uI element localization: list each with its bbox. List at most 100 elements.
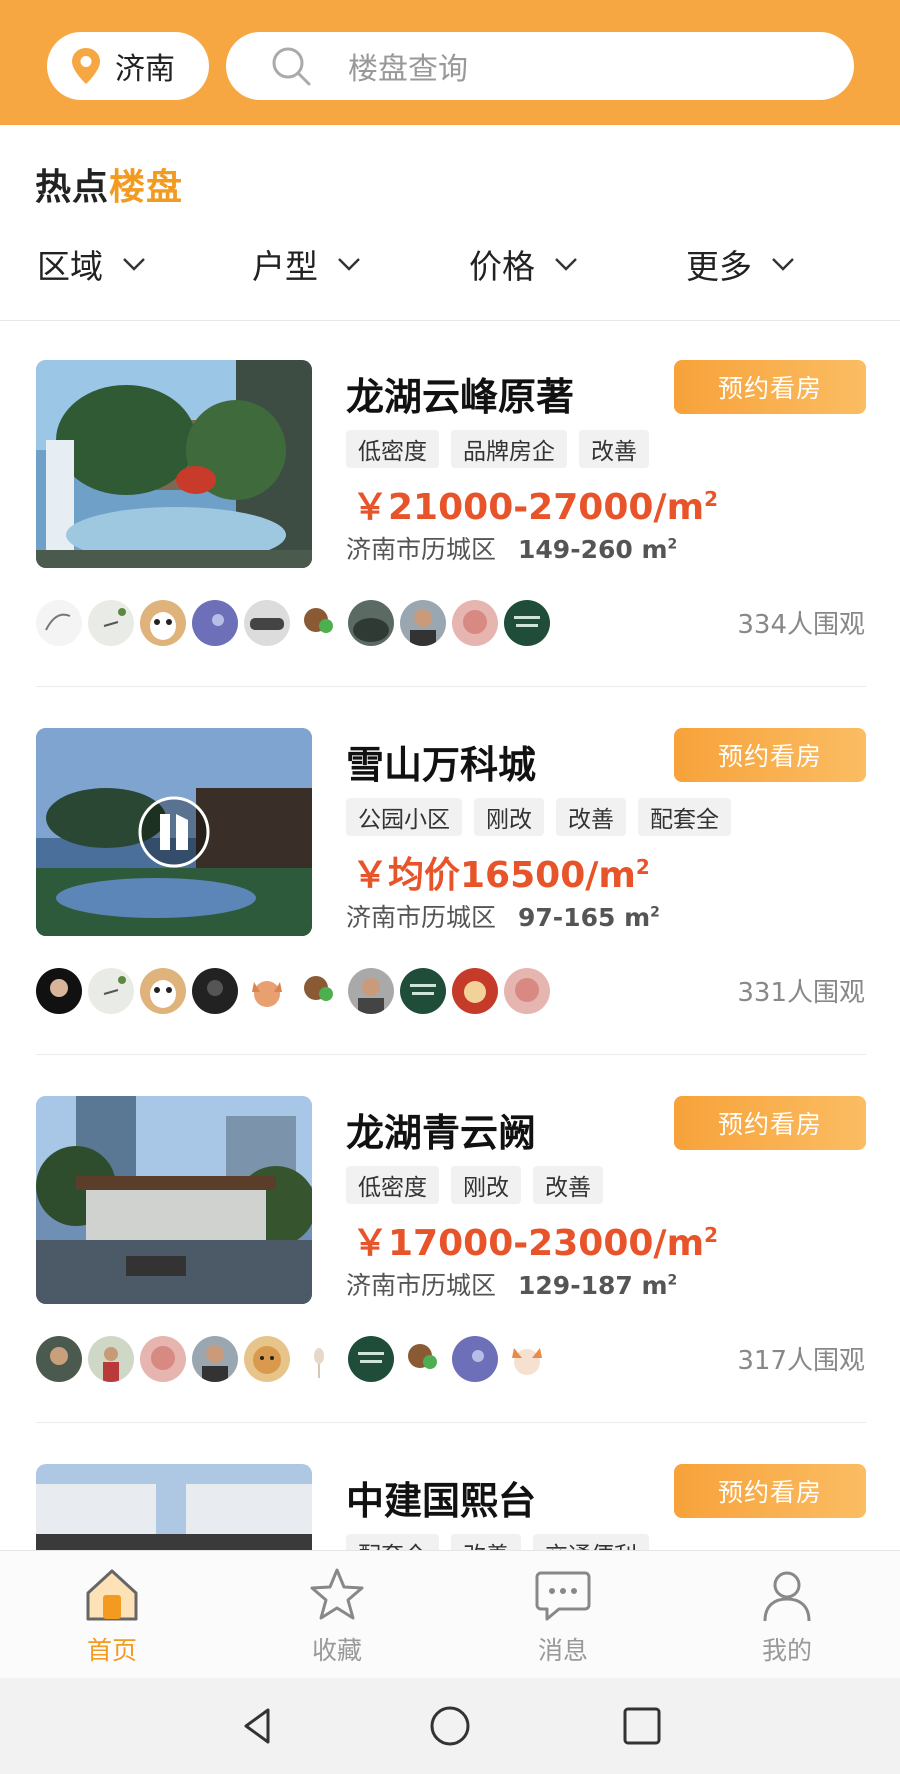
divider: [36, 686, 866, 687]
area-unit-exponent: 2: [667, 536, 678, 553]
tab-home[interactable]: 首页: [57, 1565, 167, 1667]
listing-card[interactable]: 中建国熙台 预约看房 配套全 改善 交通便利: [0, 1464, 900, 1550]
tag: 交通便利: [533, 1534, 649, 1550]
filter-bar: 区域 户型 价格 更多: [0, 240, 900, 300]
tag-list: 配套全 改善 交通便利: [346, 1534, 649, 1550]
chevron-down-icon: [338, 258, 360, 271]
avatar: [192, 600, 238, 646]
recent-apps-icon[interactable]: [620, 1704, 664, 1748]
avatar: [348, 968, 394, 1014]
avatar: [36, 600, 82, 646]
avatar: [88, 600, 134, 646]
home-circle-icon[interactable]: [428, 1704, 472, 1748]
tag: 品牌房企: [451, 430, 567, 468]
tab-label: 收藏: [311, 1636, 362, 1665]
view-count: 331人围观: [737, 978, 865, 1008]
avatar: [400, 968, 446, 1014]
listing-photo[interactable]: [36, 360, 312, 568]
listing-photo[interactable]: [36, 1464, 312, 1550]
book-viewing-button[interactable]: 预约看房: [674, 1464, 866, 1518]
avatar: [140, 600, 186, 646]
area-unit-exponent: 2: [650, 904, 660, 921]
divider: [0, 320, 900, 321]
section-title: 热点楼盘: [35, 158, 183, 210]
back-icon[interactable]: [236, 1704, 280, 1748]
section-title-part2: 楼盘: [109, 167, 184, 208]
search-input[interactable]: 楼盘查询: [226, 32, 854, 100]
listing-photo[interactable]: [36, 1096, 312, 1304]
location-pin-icon: [72, 48, 100, 84]
tag: 改善: [451, 1534, 521, 1550]
listing-name[interactable]: 龙湖云峰原著: [346, 366, 574, 421]
listing-card[interactable]: 龙湖青云阙 预约看房 低密度 刚改 改善 ￥17000-23000/m2 济南市…: [0, 1096, 900, 1464]
tag-list: 低密度 品牌房企 改善: [346, 430, 649, 468]
price: ￥17000-23000/m2: [352, 1214, 718, 1266]
filter-region[interactable]: 区域: [37, 240, 147, 288]
tag: 改善: [556, 798, 626, 836]
avatar: [504, 1336, 550, 1382]
system-navigation-bar: [0, 1678, 900, 1774]
avatar: [452, 968, 498, 1014]
listing-card[interactable]: 雪山万科城 预约看房 公园小区 刚改 改善 配套全 ￥均价16500/m2 济南…: [0, 728, 900, 1096]
top-header: 济南 楼盘查询: [0, 0, 900, 125]
price: ￥均价16500/m2: [352, 846, 650, 898]
listing-name[interactable]: 龙湖青云阙: [346, 1102, 536, 1157]
avatar: [296, 1336, 342, 1382]
book-viewing-button[interactable]: 预约看房: [674, 728, 866, 782]
divider: [36, 1054, 866, 1055]
listing-photo-image: [36, 1096, 312, 1304]
avatar: [244, 600, 290, 646]
book-viewing-button[interactable]: 预约看房: [674, 1096, 866, 1150]
listing-photo[interactable]: [36, 728, 312, 936]
listing-card[interactable]: 龙湖云峰原著 预约看房 低密度 品牌房企 改善 ￥21000-27000/m2 …: [0, 360, 900, 728]
district: 济南市历城区: [346, 535, 497, 564]
tag: 改善: [533, 1166, 603, 1204]
avatar: [504, 968, 550, 1014]
avatar: [348, 1336, 394, 1382]
avatar: [140, 968, 186, 1014]
tab-profile[interactable]: 我的: [732, 1565, 842, 1667]
listing-name[interactable]: 雪山万科城: [346, 734, 536, 789]
viewer-avatars: [36, 968, 550, 1014]
tag-list: 低密度 刚改 改善: [346, 1166, 603, 1204]
filter-layout[interactable]: 户型: [252, 240, 362, 288]
star-icon: [310, 1568, 364, 1620]
view-count: 334人围观: [737, 610, 865, 640]
avatar: [452, 600, 498, 646]
viewer-avatars: [36, 600, 550, 646]
avatar: [140, 1336, 186, 1382]
district: 济南市历城区: [346, 903, 497, 932]
price-value: ￥21000-27000/m: [352, 487, 705, 528]
price-unit-exponent: 2: [635, 855, 650, 879]
search-placeholder: 楼盘查询: [348, 52, 468, 87]
listing-photo-image: [36, 360, 312, 568]
filter-more[interactable]: 更多: [686, 240, 796, 288]
divider: [36, 1422, 866, 1423]
area-value: 129-187 m: [518, 1271, 668, 1300]
tab-messages[interactable]: 消息: [508, 1565, 618, 1667]
avatar: [348, 600, 394, 646]
book-viewing-button[interactable]: 预约看房: [674, 360, 866, 414]
chevron-down-icon: [123, 258, 145, 271]
listing-name[interactable]: 中建国熙台: [346, 1470, 536, 1525]
avatar: [452, 1336, 498, 1382]
chevron-down-icon: [555, 258, 577, 271]
avatar: [192, 968, 238, 1014]
tag: 低密度: [346, 430, 439, 468]
avatar: [296, 600, 342, 646]
filter-price[interactable]: 价格: [469, 240, 579, 288]
avatar: [244, 968, 290, 1014]
user-icon: [763, 1571, 811, 1622]
location-info: 济南市历城区 129-187 m2: [346, 1266, 677, 1302]
tag-list: 公园小区 刚改 改善 配套全: [346, 798, 731, 836]
price-unit-exponent: 2: [704, 487, 719, 511]
filter-label: 更多: [686, 247, 752, 286]
area-value: 97-165 m: [518, 903, 651, 932]
tag: 低密度: [346, 1166, 439, 1204]
avatar: [504, 600, 550, 646]
price: ￥21000-27000/m2: [352, 478, 718, 530]
city-selector[interactable]: 济南: [47, 32, 209, 100]
tag: 刚改: [451, 1166, 521, 1204]
tab-favorites[interactable]: 收藏: [282, 1565, 392, 1667]
avatar: [88, 968, 134, 1014]
